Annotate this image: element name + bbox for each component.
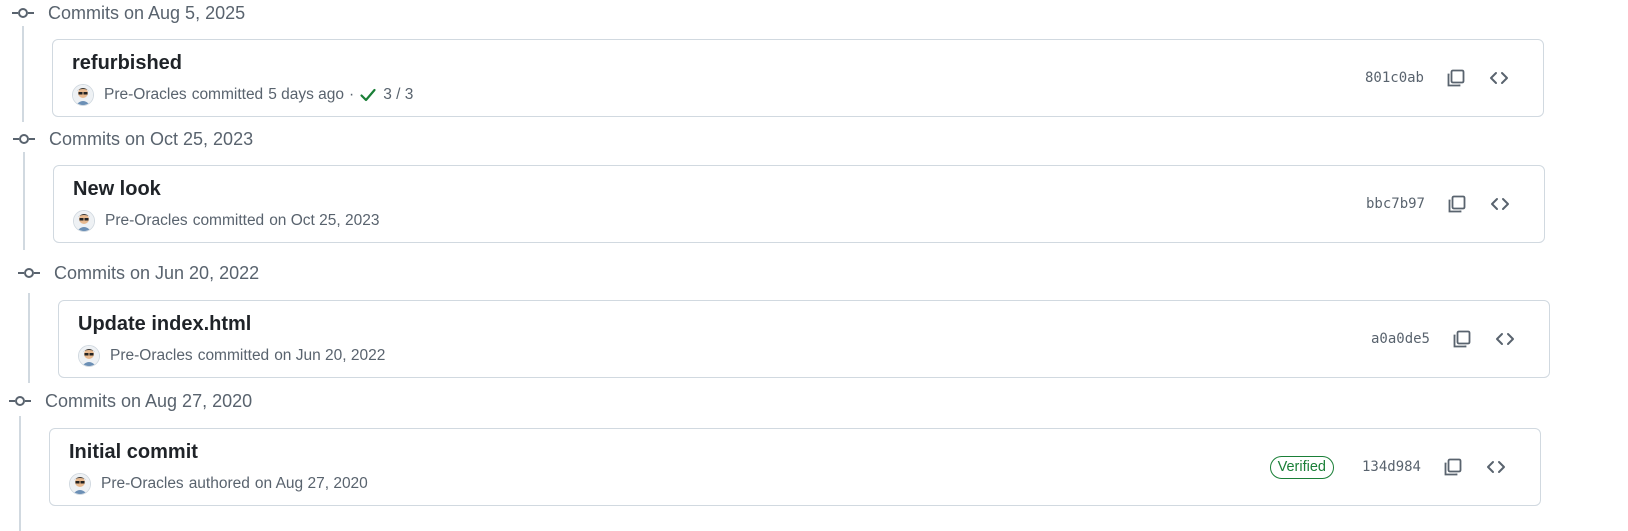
- commit-verb: committed: [191, 86, 264, 103]
- commit-sha-link[interactable]: 801c0ab: [1365, 70, 1424, 86]
- browse-code-button[interactable]: [1488, 192, 1512, 216]
- code-icon: [1491, 198, 1509, 210]
- verified-badge[interactable]: Verified: [1269, 455, 1334, 479]
- commit-group-header: Commits on Jun 20, 2022: [18, 260, 259, 286]
- commit-meta: Pre-Oracles committed on Oct 25, 2023: [73, 210, 380, 232]
- commit-title[interactable]: Initial commit: [69, 441, 198, 464]
- code-icon: [1490, 72, 1508, 84]
- avatar[interactable]: [78, 345, 100, 367]
- commit-actions: bbc7b97: [1366, 166, 1544, 242]
- commit-card: Initial commit Pre-Oracles authored on A…: [49, 428, 1541, 506]
- browse-code-button[interactable]: [1487, 66, 1511, 90]
- timeline-rail: [22, 26, 24, 122]
- copy-sha-button[interactable]: [1444, 66, 1468, 90]
- copy-icon: [1453, 330, 1471, 348]
- copy-sha-button[interactable]: [1441, 455, 1465, 479]
- commit-verb: committed: [192, 212, 265, 229]
- commit-meta: Pre-Oracles committed on Jun 20, 2022: [78, 345, 385, 367]
- browse-code-button[interactable]: [1484, 455, 1508, 479]
- commit-group-date: Commits on Oct 25, 2023: [49, 128, 254, 149]
- commit-author[interactable]: Pre-Oracles: [110, 347, 193, 365]
- commit-sha-link[interactable]: 134d984: [1362, 459, 1421, 475]
- timeline-rail: [19, 416, 21, 531]
- commit-verb: committed: [197, 347, 270, 364]
- commit-sha-link[interactable]: a0a0de5: [1371, 331, 1430, 347]
- git-commit-icon: [9, 396, 31, 406]
- commit-actions: 801c0ab: [1365, 40, 1543, 116]
- commit-author[interactable]: Pre-Oracles: [101, 475, 184, 493]
- commit-group-header: Commits on Aug 27, 2020: [9, 388, 252, 414]
- check-icon[interactable]: [359, 86, 377, 104]
- commit-card: refurbished Pre-Oracles committed 5 days…: [52, 39, 1544, 117]
- commit-time[interactable]: 5 days ago: [268, 86, 344, 104]
- timeline-rail: [28, 293, 30, 383]
- avatar[interactable]: [72, 84, 94, 106]
- commit-title[interactable]: New look: [73, 178, 161, 201]
- commit-group-header: Commits on Oct 25, 2023: [13, 126, 253, 152]
- copy-sha-button[interactable]: [1445, 192, 1469, 216]
- commit-actions: a0a0de5: [1371, 301, 1549, 377]
- commit-card: New look Pre-Oracles committed on Oct 25…: [53, 165, 1545, 243]
- meta-separator: ·: [349, 86, 355, 103]
- commit-group-header: Commits on Aug 5, 2025: [12, 0, 245, 26]
- commit-title[interactable]: refurbished: [72, 52, 182, 75]
- commit-title[interactable]: Update index.html: [78, 313, 251, 336]
- copy-icon: [1447, 69, 1465, 87]
- copy-sha-button[interactable]: [1450, 327, 1474, 351]
- copy-icon: [1444, 458, 1462, 476]
- timeline-rail: [23, 152, 25, 250]
- git-commit-icon: [18, 268, 40, 278]
- commit-group-date: Commits on Aug 5, 2025: [48, 2, 246, 23]
- code-icon: [1496, 333, 1514, 345]
- commit-actions: Verified 134d984: [1269, 429, 1540, 505]
- commit-time[interactable]: on Aug 27, 2020: [255, 475, 368, 493]
- commit-meta: Pre-Oracles authored on Aug 27, 2020: [69, 473, 368, 495]
- git-commit-icon: [13, 134, 35, 144]
- commit-time[interactable]: on Jun 20, 2022: [274, 347, 385, 365]
- commit-sha-link[interactable]: bbc7b97: [1366, 196, 1425, 212]
- checks-status[interactable]: 3 / 3: [383, 86, 413, 104]
- browse-code-button[interactable]: [1493, 327, 1517, 351]
- commit-group-date: Commits on Jun 20, 2022: [54, 262, 260, 283]
- avatar[interactable]: [73, 210, 95, 232]
- commit-timeline: Commits on Aug 5, 2025 refurbished Pre-O…: [0, 0, 1628, 531]
- avatar[interactable]: [69, 473, 91, 495]
- copy-icon: [1448, 195, 1466, 213]
- commit-author[interactable]: Pre-Oracles: [104, 86, 187, 104]
- code-icon: [1487, 461, 1505, 473]
- git-commit-icon: [12, 8, 34, 18]
- commit-author[interactable]: Pre-Oracles: [105, 212, 188, 230]
- commit-time[interactable]: on Oct 25, 2023: [269, 212, 379, 230]
- commit-meta: Pre-Oracles committed 5 days ago · 3 / 3: [72, 84, 413, 106]
- commit-card: Update index.html Pre-Oracles committed …: [58, 300, 1550, 378]
- commit-group-date: Commits on Aug 27, 2020: [45, 390, 253, 411]
- commit-verb: authored: [188, 475, 250, 492]
